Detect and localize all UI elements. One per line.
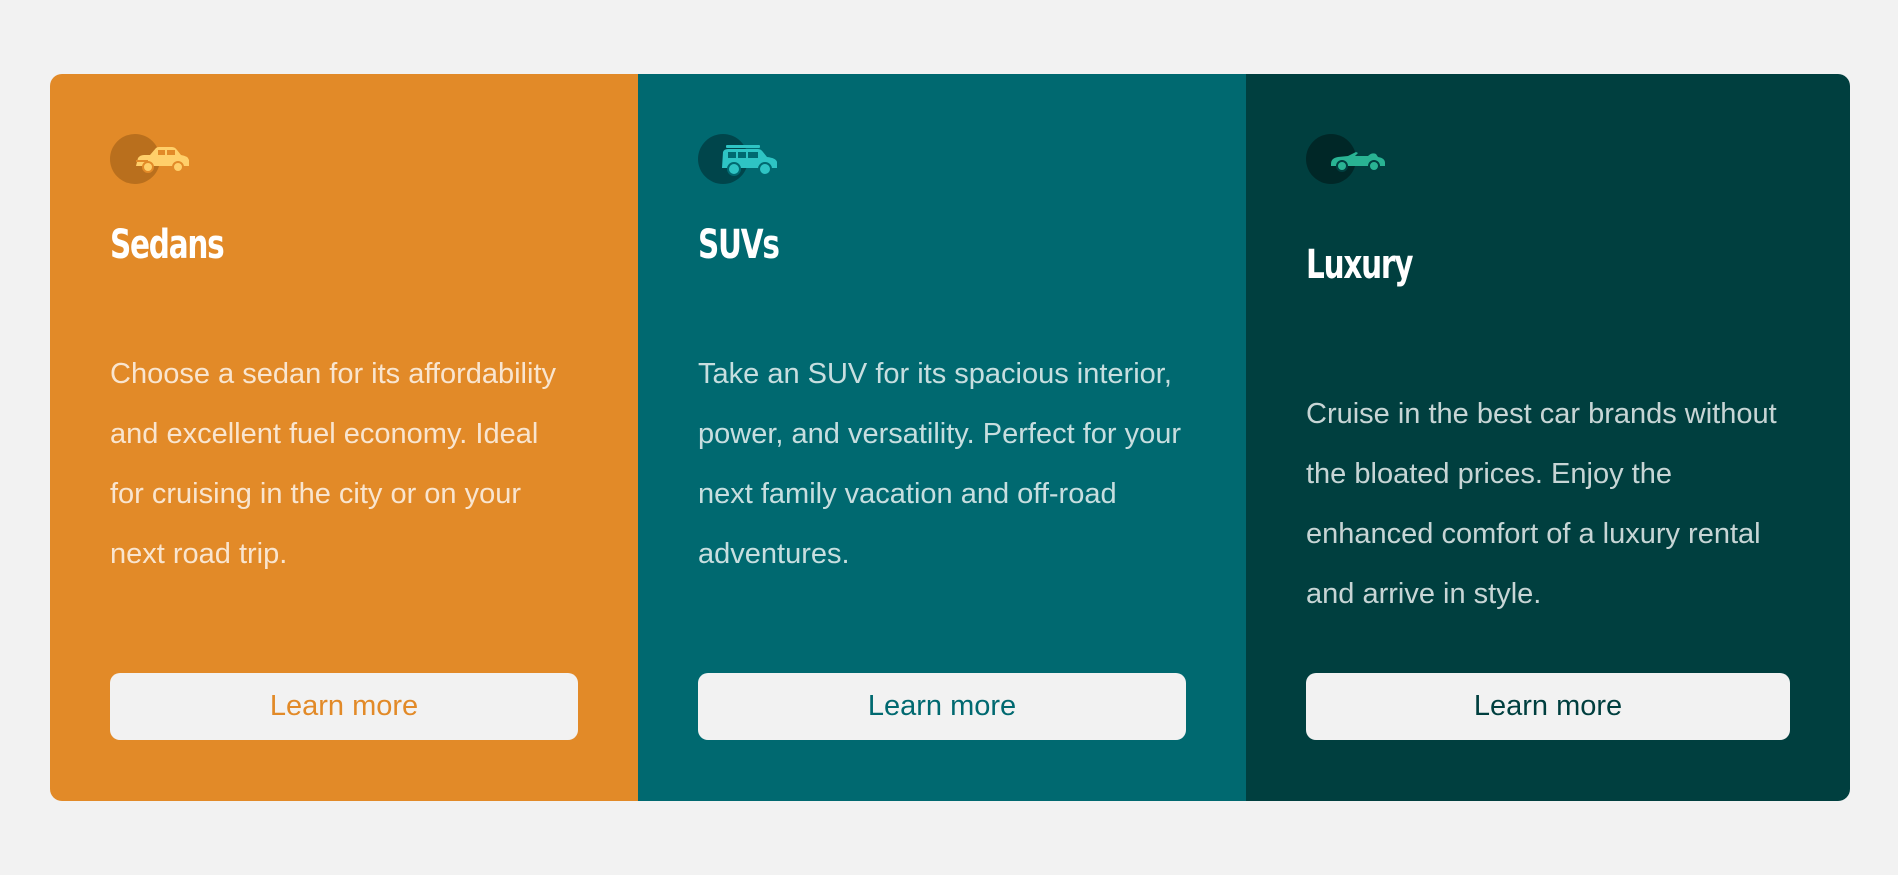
learn-more-button[interactable]: Learn more — [1306, 673, 1790, 740]
learn-more-button[interactable]: Learn more — [698, 673, 1186, 740]
card-suvs: SUVs Take an SUV for its spacious interi… — [638, 74, 1246, 801]
sedan-car-icon — [110, 134, 194, 184]
card-description: Cruise in the best car brands without th… — [1306, 398, 1777, 610]
card-luxury: Luxury Cruise in the best car brands wit… — [1246, 74, 1850, 801]
suv-car-icon — [698, 134, 782, 184]
car-category-cards: Sedans Choose a sedan for its affordabil… — [50, 74, 1850, 801]
card-description: Take an SUV for its spacious interior, p… — [698, 358, 1182, 570]
card-description: Choose a sedan for its affordability and… — [110, 358, 557, 570]
card-title: SUVs — [698, 222, 780, 268]
learn-more-button[interactable]: Learn more — [110, 673, 578, 740]
luxury-car-icon — [1306, 134, 1390, 184]
card-title: Luxury — [1306, 242, 1413, 288]
card-sedans: Sedans Choose a sedan for its affordabil… — [50, 74, 638, 801]
card-title: Sedans — [110, 222, 225, 268]
